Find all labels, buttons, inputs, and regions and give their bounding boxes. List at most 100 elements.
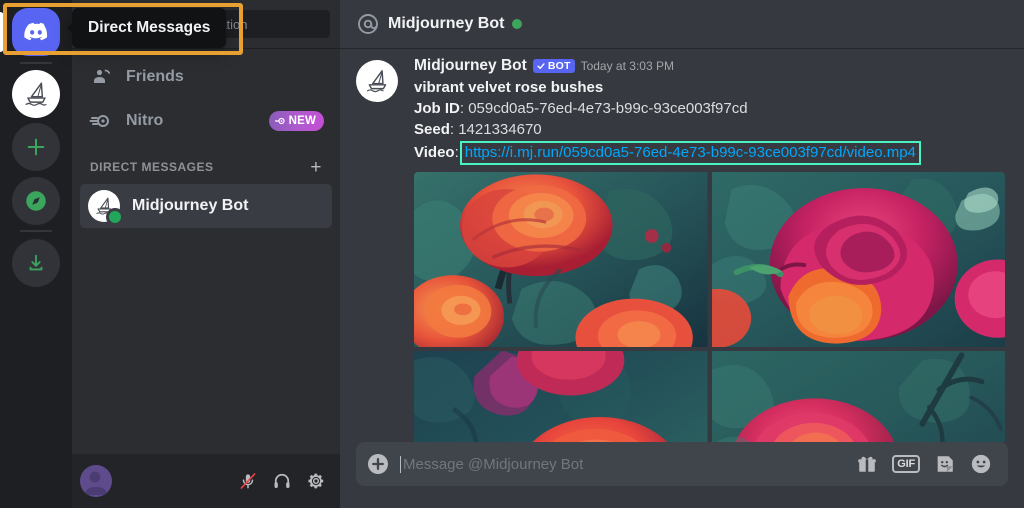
rose-image-1[interactable] bbox=[414, 171, 708, 347]
dm-section-header: DIRECT MESSAGES + bbox=[80, 152, 332, 182]
message-author[interactable]: Midjourney Bot bbox=[414, 58, 527, 74]
rail-divider-bottom bbox=[20, 230, 52, 232]
rose-image-4[interactable] bbox=[711, 350, 1005, 442]
status-badge: NEW bbox=[268, 111, 324, 131]
gear-icon bbox=[308, 473, 324, 489]
avatar bbox=[88, 190, 124, 226]
field-colon: : bbox=[449, 120, 459, 138]
avatar[interactable] bbox=[356, 60, 398, 102]
server-rail-add-slot bbox=[0, 120, 72, 174]
field-label: Seed bbox=[414, 120, 450, 138]
chat-panel: Midjourney Bot Midjourney Bot BOT Today … bbox=[340, 0, 1024, 508]
server-rail-mj-slot bbox=[0, 68, 72, 120]
message-field-jobid: Job ID: 059cd0a5-76ed-4e73-b99c-93ce003f… bbox=[414, 98, 1008, 119]
message-header: Midjourney Bot BOT Today at 3:03 PM bbox=[414, 58, 1008, 74]
user-avatar-icon bbox=[80, 465, 112, 497]
list-item[interactable]: Midjourney Bot bbox=[80, 184, 332, 228]
rose-image-1-art bbox=[414, 171, 708, 347]
message-input-placeholder: Message @Midjourney Bot bbox=[403, 455, 584, 473]
rose-image-3[interactable] bbox=[414, 350, 708, 442]
dm-sidebar: Find or start a conversation Friends bbox=[72, 0, 340, 508]
message-input[interactable]: Message @Midjourney Bot bbox=[400, 455, 856, 473]
bot-badge-label: BOT bbox=[547, 59, 571, 72]
chat-message: Midjourney Bot BOT Today at 3:03 PM vibr… bbox=[340, 58, 1024, 165]
tooltip-label: Direct Messages bbox=[88, 19, 211, 36]
sticker-button[interactable] bbox=[934, 453, 956, 475]
rose-image-2-art bbox=[711, 171, 1005, 347]
page-title: Midjourney Bot bbox=[388, 15, 505, 32]
server-rail-home-slot bbox=[0, 4, 72, 60]
attach-file-button[interactable] bbox=[356, 452, 400, 476]
discord-logo-icon bbox=[24, 22, 48, 41]
nitro-badge-icon bbox=[274, 117, 285, 125]
rose-image-2[interactable] bbox=[711, 171, 1005, 347]
microphone-muted-icon bbox=[240, 473, 256, 489]
list-item-label: Midjourney Bot bbox=[132, 197, 249, 214]
dm-section-title: DIRECT MESSAGES bbox=[90, 160, 214, 174]
gif-button[interactable]: GIF bbox=[892, 455, 920, 473]
plus-icon bbox=[27, 138, 45, 156]
video-url-link[interactable]: https://i.mj.run/059cd0a5-76ed-4e73-b99c… bbox=[465, 144, 916, 161]
bot-badge: BOT bbox=[532, 58, 575, 73]
message-content: Midjourney Bot BOT Today at 3:03 PM vibr… bbox=[414, 58, 1008, 165]
field-value: 1421334670 bbox=[458, 120, 542, 138]
deafen-button[interactable] bbox=[266, 465, 298, 497]
text-caret bbox=[400, 455, 401, 473]
status-badge-label: NEW bbox=[288, 115, 316, 127]
at-sign-icon bbox=[358, 14, 378, 34]
user-panel bbox=[72, 454, 340, 508]
tooltip-direct-messages: Direct Messages bbox=[72, 8, 227, 48]
sidebar-item-friends[interactable]: Friends bbox=[80, 56, 332, 98]
nitro-boost-icon bbox=[88, 108, 114, 134]
field-value: 059cd0a5-76ed-4e73-b99c-93ce003f97cd bbox=[468, 99, 748, 117]
emoji-icon bbox=[971, 454, 991, 474]
create-dm-button[interactable]: + bbox=[310, 158, 324, 177]
message-image-grid bbox=[414, 171, 1005, 442]
message-timestamp: Today at 3:03 PM bbox=[580, 58, 674, 73]
server-rail bbox=[0, 0, 72, 508]
message-prompt: vibrant velvet rose bushes bbox=[414, 78, 604, 96]
avatar[interactable] bbox=[80, 465, 112, 497]
midjourney-sailboat-icon bbox=[367, 70, 387, 93]
user-settings-button[interactable] bbox=[300, 465, 332, 497]
headphones-icon bbox=[274, 473, 290, 489]
gift-icon bbox=[858, 456, 876, 473]
emoji-button[interactable] bbox=[970, 453, 992, 475]
field-label: Video bbox=[414, 144, 455, 161]
status-badge-online bbox=[106, 208, 124, 226]
message-list: Midjourney Bot BOT Today at 3:03 PM vibr… bbox=[340, 48, 1024, 442]
sidebar-item-home[interactable] bbox=[12, 8, 60, 56]
field-colon: : bbox=[459, 99, 469, 117]
status-badge-online bbox=[512, 19, 523, 29]
composer-container: Message @Midjourney Bot GIF bbox=[340, 442, 1024, 508]
sidebar-item-label: Nitro bbox=[126, 112, 164, 129]
sidebar-item-nitro[interactable]: Nitro NEW bbox=[80, 100, 332, 142]
composer-actions: GIF bbox=[856, 453, 992, 475]
field-label: Job ID bbox=[414, 99, 460, 117]
compass-icon bbox=[26, 191, 46, 211]
message-field-seed: Seed: 1421334670 bbox=[414, 119, 1008, 140]
video-url-highlight: https://i.mj.run/059cd0a5-76ed-4e73-b99c… bbox=[459, 140, 921, 165]
sidebar-item-explore[interactable] bbox=[12, 177, 60, 225]
sticker-icon bbox=[937, 456, 953, 473]
mic-mute-button[interactable] bbox=[232, 465, 264, 497]
sidebar-item-add-server[interactable] bbox=[12, 123, 60, 171]
rose-image-3-art bbox=[414, 350, 708, 442]
plus-circle-icon bbox=[368, 454, 388, 474]
discord-window: Find or start a conversation Friends bbox=[0, 0, 1024, 508]
server-rail-download-slot bbox=[0, 236, 72, 290]
sidebar-item-midjourney-server[interactable] bbox=[12, 70, 60, 118]
message-composer: Message @Midjourney Bot GIF bbox=[356, 442, 1008, 486]
rail-divider-top bbox=[20, 62, 52, 64]
download-icon bbox=[29, 254, 43, 271]
sidebar-item-label: Friends bbox=[126, 68, 184, 85]
field-colon: : bbox=[454, 144, 459, 161]
chat-header: Midjourney Bot bbox=[340, 0, 1024, 48]
verified-check-icon bbox=[537, 62, 545, 69]
sidebar-item-download[interactable] bbox=[12, 239, 60, 287]
midjourney-sailboat-icon bbox=[25, 82, 47, 106]
rose-image-4-art bbox=[711, 350, 1005, 442]
gift-button[interactable] bbox=[856, 453, 878, 475]
active-server-pill bbox=[0, 12, 4, 52]
dm-list: Friends Nitro NEW DIRECT MESSAGES + Midj… bbox=[72, 48, 340, 454]
